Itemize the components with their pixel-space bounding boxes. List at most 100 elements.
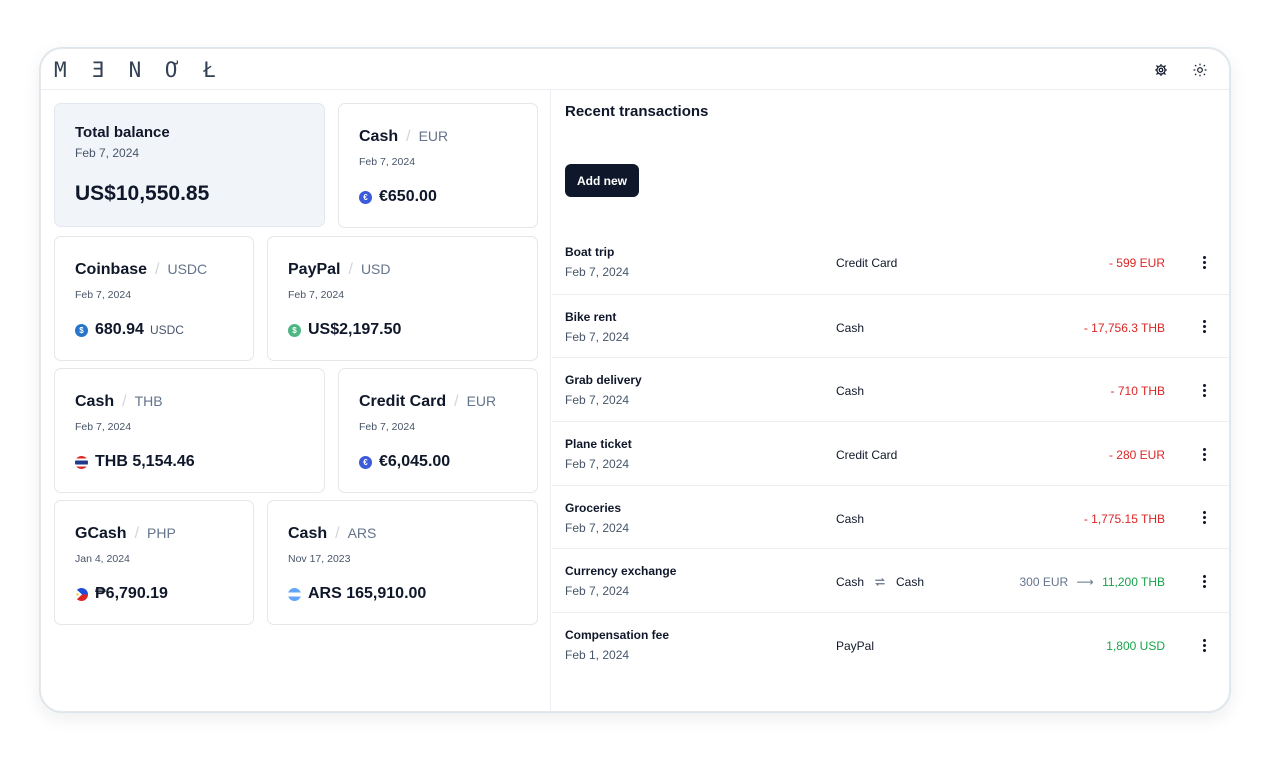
account-currency: EUR bbox=[466, 393, 497, 409]
usdc-icon: $ bbox=[75, 323, 88, 337]
account-currency: USDC bbox=[167, 261, 208, 277]
account-name-text: Cash bbox=[288, 525, 328, 542]
transaction-amount: 1,800 USD bbox=[1106, 639, 1165, 654]
account-card-gcash[interactable]: GCash / PHP Jan 4, 2024 ₱6,790.19 bbox=[54, 500, 254, 625]
transaction-row[interactable]: Bike rent Feb 7, 2024 Cash - 17,756.3 TH… bbox=[552, 293, 1229, 358]
kebab-dot bbox=[1202, 260, 1206, 264]
kebab-dot bbox=[1202, 325, 1206, 329]
philippines-flag-icon bbox=[75, 587, 88, 601]
account-date: Feb 7, 2024 bbox=[359, 156, 416, 168]
kebab-dot bbox=[1202, 638, 1206, 642]
argentina-flag-icon bbox=[288, 587, 301, 601]
kebab-dot bbox=[1202, 388, 1206, 392]
more-options-button[interactable] bbox=[1199, 252, 1209, 272]
transaction-account: PayPal bbox=[836, 639, 874, 653]
transaction-account-name: Credit Card bbox=[836, 448, 898, 463]
more-options-button[interactable] bbox=[1199, 635, 1209, 655]
account-name-text: GCash bbox=[75, 525, 127, 542]
account-card-cash-ars[interactable]: Cash / ARS Nov 17, 2023 ARS 165,910.00 bbox=[267, 500, 538, 625]
account-currency: USD bbox=[360, 261, 391, 277]
transaction-row[interactable]: Compensation fee Feb 1, 2024 PayPal 1,80… bbox=[552, 612, 1229, 676]
transaction-name: Groceries bbox=[565, 500, 622, 515]
account-balance-value: 680.94 bbox=[95, 321, 144, 338]
account-balance: $ US$2,197.50 bbox=[288, 321, 401, 339]
kebab-dot bbox=[1202, 255, 1206, 259]
total-balance-title: Total balance bbox=[75, 124, 170, 141]
transaction-amount: - 1,775.15 THB bbox=[1083, 511, 1165, 526]
kebab-dot bbox=[1202, 584, 1206, 588]
transaction-row[interactable]: Boat trip Feb 7, 2024 Credit Card - 599 … bbox=[552, 230, 1229, 294]
more-options-button[interactable] bbox=[1199, 571, 1209, 591]
account-name: Cash / THB bbox=[75, 393, 163, 411]
transfer-icon bbox=[875, 578, 885, 587]
transaction-row[interactable]: Plane ticket Feb 7, 2024 Credit Card - 2… bbox=[552, 421, 1229, 485]
add-new-button[interactable]: Add new bbox=[565, 164, 639, 197]
more-options-button[interactable] bbox=[1199, 317, 1209, 337]
account-balance-value: ARS 165,910.00 bbox=[308, 585, 427, 602]
account-currency: ARS bbox=[347, 525, 377, 541]
account-date: Feb 7, 2024 bbox=[359, 421, 416, 433]
account-name-text: Cash bbox=[359, 128, 399, 145]
transaction-row[interactable]: Groceries Feb 7, 2024 Cash - 1,775.15 TH… bbox=[552, 484, 1229, 549]
total-balance-amount: US$10,550.85 bbox=[75, 182, 210, 205]
transaction-account-name: Cash bbox=[836, 511, 865, 526]
thailand-flag-icon bbox=[75, 455, 88, 469]
recent-transactions-title: Recent transactions bbox=[565, 103, 709, 120]
kebab-dot bbox=[1202, 320, 1206, 324]
total-balance-date: Feb 7, 2024 bbox=[75, 146, 140, 160]
transactions-list: Boat trip Feb 7, 2024 Credit Card - 599 … bbox=[552, 230, 1229, 676]
transaction-account-name: Credit Card bbox=[836, 256, 898, 270]
app-logo[interactable]: M Ǝ N Ơ Ł bbox=[54, 58, 222, 82]
kebab-dot bbox=[1202, 648, 1206, 652]
theme-toggle-button[interactable] bbox=[1191, 61, 1209, 79]
more-options-button[interactable] bbox=[1199, 508, 1209, 528]
account-card-cash-eur[interactable]: Cash / EUR Feb 7, 2024 € €650.00 bbox=[338, 103, 538, 228]
gear-icon bbox=[1155, 64, 1167, 76]
transaction-account: Cash bbox=[836, 512, 864, 526]
account-balance: € €6,045.00 bbox=[359, 453, 450, 471]
account-name: Cash / ARS bbox=[288, 525, 376, 543]
account-card-credit-card[interactable]: Credit Card / EUR Feb 7, 2024 € €6,045.00 bbox=[338, 368, 538, 493]
kebab-dot bbox=[1202, 383, 1206, 387]
account-name: GCash / PHP bbox=[75, 525, 176, 543]
account-balance-value: US$2,197.50 bbox=[308, 321, 402, 338]
account-date: Jan 4, 2024 bbox=[75, 553, 130, 565]
account-date: Nov 17, 2023 bbox=[288, 553, 351, 565]
transaction-date: Feb 7, 2024 bbox=[565, 457, 630, 472]
transaction-account-name: PayPal bbox=[836, 639, 875, 654]
exchange-amount-from: 300 EUR bbox=[1019, 575, 1069, 590]
account-name-text: PayPal bbox=[288, 261, 341, 278]
transaction-date: Feb 7, 2024 bbox=[565, 393, 630, 408]
account-currency: EUR bbox=[418, 128, 449, 144]
kebab-dot bbox=[1202, 447, 1206, 451]
transaction-date: Feb 7, 2024 bbox=[565, 520, 630, 535]
separator: / bbox=[155, 261, 160, 278]
settings-button[interactable] bbox=[1152, 61, 1170, 79]
kebab-dot bbox=[1202, 452, 1206, 456]
separator: / bbox=[406, 128, 411, 145]
transaction-account-from: Cash bbox=[836, 575, 865, 590]
account-card-coinbase[interactable]: Coinbase / USDC Feb 7, 2024 $680.94 USDC bbox=[54, 236, 254, 361]
account-balance-value: THB 5,154.46 bbox=[95, 453, 195, 470]
transaction-name: Compensation fee bbox=[565, 628, 670, 643]
account-card-paypal[interactable]: PayPal / USD Feb 7, 2024 $ US$2,197.50 bbox=[267, 236, 538, 361]
dollar-icon: $ bbox=[288, 323, 301, 337]
transaction-row[interactable]: Grab delivery Feb 7, 2024 Cash - 710 THB bbox=[552, 357, 1229, 421]
app-window: M Ǝ N Ơ Ł Total balance Feb 7, 2024 US$1… bbox=[40, 48, 1230, 712]
transaction-date: Feb 1, 2024 bbox=[565, 648, 630, 663]
account-name-text: Cash bbox=[75, 393, 115, 410]
more-options-button[interactable] bbox=[1199, 444, 1209, 464]
total-balance-card[interactable]: Total balance Feb 7, 2024 US$10,550.85 bbox=[54, 103, 325, 227]
kebab-dot bbox=[1202, 265, 1206, 269]
account-currency: THB bbox=[134, 393, 163, 409]
account-card-cash-thb[interactable]: Cash / THB Feb 7, 2024 THB 5,154.46 bbox=[54, 368, 325, 493]
separator: / bbox=[335, 525, 340, 542]
more-options-button[interactable] bbox=[1199, 380, 1209, 400]
transaction-amount: - 599 EUR bbox=[1108, 256, 1165, 270]
accounts-panel: Total balance Feb 7, 2024 US$10,550.85 C… bbox=[41, 90, 551, 711]
account-date: Feb 7, 2024 bbox=[75, 421, 132, 433]
transaction-row[interactable]: Currency exchange Feb 7, 2024 Cash Cash … bbox=[552, 548, 1229, 612]
separator: / bbox=[122, 393, 127, 410]
transaction-account: Cash Cash bbox=[836, 575, 924, 589]
euro-icon: € bbox=[359, 455, 372, 469]
